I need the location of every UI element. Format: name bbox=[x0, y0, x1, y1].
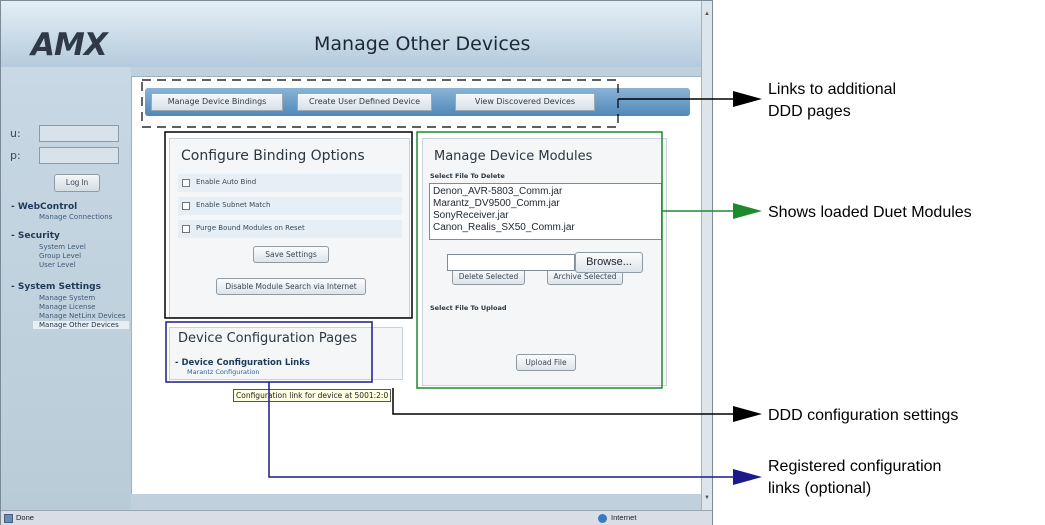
links-arrow-icon bbox=[733, 91, 762, 107]
links-dashed-outline bbox=[141, 79, 619, 128]
annotation-modules: Shows loaded Duet Modules bbox=[768, 204, 972, 221]
annotation-links-line2: DDD pages bbox=[768, 103, 851, 120]
registered-arrow-icon bbox=[733, 469, 762, 485]
device-modules-outline bbox=[416, 131, 663, 389]
callout-overlay bbox=[141, 79, 762, 485]
annotation-registered-line2: links (optional) bbox=[768, 480, 872, 497]
config-pages-outline bbox=[165, 321, 373, 383]
annotation-registered-line1: Registered configuration bbox=[768, 458, 942, 475]
settings-arrow-line bbox=[392, 388, 735, 415]
modules-arrow-icon bbox=[733, 203, 762, 219]
binding-options-outline bbox=[164, 131, 413, 319]
annotation-settings: DDD configuration settings bbox=[768, 407, 959, 424]
registered-arrow-line bbox=[268, 382, 735, 478]
annotation-links-line1: Links to additional bbox=[768, 81, 897, 98]
settings-arrow-icon bbox=[733, 406, 762, 422]
